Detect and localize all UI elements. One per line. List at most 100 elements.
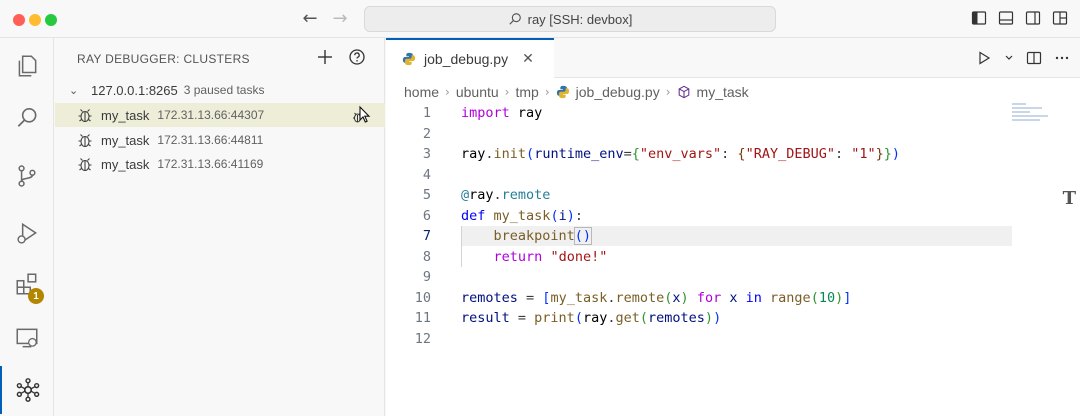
- line-number: 4: [422, 166, 431, 183]
- task-address: 172.31.13.66:44307: [157, 108, 265, 122]
- line-number: 2: [422, 125, 431, 142]
- line-number: 8: [422, 248, 431, 265]
- command-center[interactable]: ray [SSH: devbox]: [364, 6, 776, 32]
- more-actions-icon[interactable]: [1054, 49, 1070, 67]
- line-number: 11: [414, 310, 431, 326]
- activity-source-control[interactable]: [0, 152, 54, 200]
- ray-debugger-icon: [16, 378, 40, 402]
- task-name: my_task: [101, 107, 150, 123]
- cluster-address: 127.0.0.1:8265: [91, 82, 178, 98]
- bug-icon: [78, 109, 92, 123]
- line-number: 6: [422, 207, 431, 224]
- files-icon: [18, 55, 37, 77]
- tab-label: job_debug.py: [424, 51, 509, 67]
- search-icon: [17, 107, 37, 127]
- editor-actions: [976, 49, 1070, 67]
- breadcrumb-item[interactable]: ubuntu: [456, 84, 499, 100]
- minimize-window-button[interactable]: [29, 14, 41, 26]
- tab-job-debug[interactable]: job_debug.py ✕: [386, 38, 554, 78]
- breadcrumb-item[interactable]: job_debug.py: [576, 84, 660, 100]
- source-control-icon: [18, 165, 36, 187]
- run-debug-icon: [17, 222, 38, 244]
- minimap[interactable]: [1012, 103, 1048, 133]
- text-cursor-icon: T: [1062, 188, 1076, 209]
- command-center-label: ray [SSH: devbox]: [527, 11, 633, 27]
- bug-icon: [78, 158, 92, 172]
- task-item[interactable]: my_task 172.31.13.66:44307: [55, 103, 385, 127]
- code-line: 2: [386, 124, 1080, 145]
- line-number: 10: [414, 289, 431, 306]
- chevron-right-icon: ›: [544, 85, 550, 99]
- chevron-right-icon: ›: [504, 85, 510, 99]
- activity-run-debug[interactable]: [0, 210, 54, 258]
- code-line: 8 return "done!": [386, 246, 1080, 267]
- maximize-window-button[interactable]: [45, 14, 57, 26]
- task-address: 172.31.13.66:44811: [157, 133, 264, 147]
- forward-arrow-icon[interactable]: →: [330, 8, 350, 30]
- add-cluster-icon[interactable]: [316, 48, 334, 66]
- code-line: 9: [386, 267, 1080, 288]
- task-name: my_task: [101, 156, 150, 172]
- code-line: 4: [386, 165, 1080, 186]
- split-editor-icon[interactable]: [1026, 49, 1042, 67]
- chevron-right-icon: ›: [665, 85, 671, 99]
- task-address: 172.31.13.66:41169: [157, 157, 264, 171]
- activity-bar: 1: [0, 38, 54, 416]
- activity-search[interactable]: [0, 94, 54, 142]
- line-number: 1: [422, 105, 431, 121]
- code-line: 11 result = print(ray.get(remotes)): [386, 308, 1080, 329]
- bug-icon: [78, 134, 92, 148]
- run-icon[interactable]: [976, 49, 992, 67]
- activity-extensions[interactable]: 1: [0, 260, 54, 308]
- close-icon[interactable]: ✕: [522, 51, 534, 67]
- symbol-method-icon: [678, 85, 689, 99]
- run-dropdown-icon[interactable]: [1004, 49, 1014, 67]
- line-number: 7: [422, 228, 431, 244]
- attach-debugger-icon[interactable]: [351, 105, 371, 125]
- remote-explorer-icon: [16, 328, 38, 348]
- sidebar-ray-debugger: RAY DEBUGGER: CLUSTERS ⌄ 127.0.0.1:8265 …: [55, 38, 385, 416]
- tab-bar: job_debug.py ✕: [386, 38, 1080, 78]
- code-line: 5 @ray.remote: [386, 185, 1080, 206]
- code-editor[interactable]: 1 import ray 2 3 ray.init(runtime_env={"en…: [386, 103, 1080, 349]
- task-item[interactable]: my_task 172.31.13.66:41169: [55, 152, 385, 176]
- code-line: 3 ray.init(runtime_env={"env_vars": {"RAY…: [386, 144, 1080, 165]
- code-line-current: 7 breakpoint(): [386, 226, 1080, 247]
- editor-area: job_debug.py ✕ home › ubuntu › tmp › job…: [386, 38, 1080, 416]
- cluster-description: 3 paused tasks: [183, 83, 265, 97]
- close-window-button[interactable]: [13, 14, 25, 26]
- code-line: 6 def my_task(i):: [386, 206, 1080, 227]
- toggle-panel-icon[interactable]: [998, 10, 1014, 26]
- python-file-icon: [556, 85, 569, 99]
- activity-ray-debugger[interactable]: [0, 366, 54, 414]
- search-icon: [508, 13, 521, 25]
- title-bar: ← → ray [SSH: devbox]: [0, 0, 1080, 38]
- line-number: 5: [422, 187, 431, 203]
- code-line: 1 import ray: [386, 103, 1080, 124]
- activity-explorer[interactable]: [0, 42, 54, 90]
- back-arrow-icon[interactable]: ←: [300, 8, 320, 30]
- task-item[interactable]: my_task 172.31.13.66:44811: [55, 128, 385, 152]
- code-line: 10 remotes = [my_task.remote(x) for x in …: [386, 288, 1080, 309]
- breadcrumb-item[interactable]: home: [404, 84, 439, 100]
- sidebar-title: RAY DEBUGGER: CLUSTERS: [77, 52, 250, 66]
- line-number: 3: [422, 146, 431, 162]
- chevron-down-icon[interactable]: ⌄: [69, 84, 81, 97]
- breadcrumb-item[interactable]: tmp: [515, 84, 538, 100]
- toggle-secondary-sidebar-icon[interactable]: [1025, 10, 1041, 26]
- activity-remote-explorer[interactable]: [0, 314, 54, 362]
- cluster-item[interactable]: ⌄ 127.0.0.1:8265 3 paused tasks: [55, 79, 385, 101]
- layout-controls: [971, 10, 1068, 26]
- toggle-primary-sidebar-icon[interactable]: [971, 10, 987, 26]
- breadcrumb: home › ubuntu › tmp › job_debug.py › my_…: [404, 82, 749, 102]
- sidebar-actions: [316, 48, 366, 66]
- python-file-icon: [402, 52, 416, 66]
- extensions-badge: 1: [28, 288, 44, 304]
- customize-layout-icon[interactable]: [1052, 10, 1068, 26]
- breadcrumb-item[interactable]: my_task: [697, 84, 749, 100]
- line-number: 12: [414, 330, 431, 347]
- code-line: 12: [386, 329, 1080, 350]
- help-icon[interactable]: [348, 48, 366, 66]
- task-name: my_task: [101, 132, 150, 148]
- line-number: 9: [422, 269, 431, 285]
